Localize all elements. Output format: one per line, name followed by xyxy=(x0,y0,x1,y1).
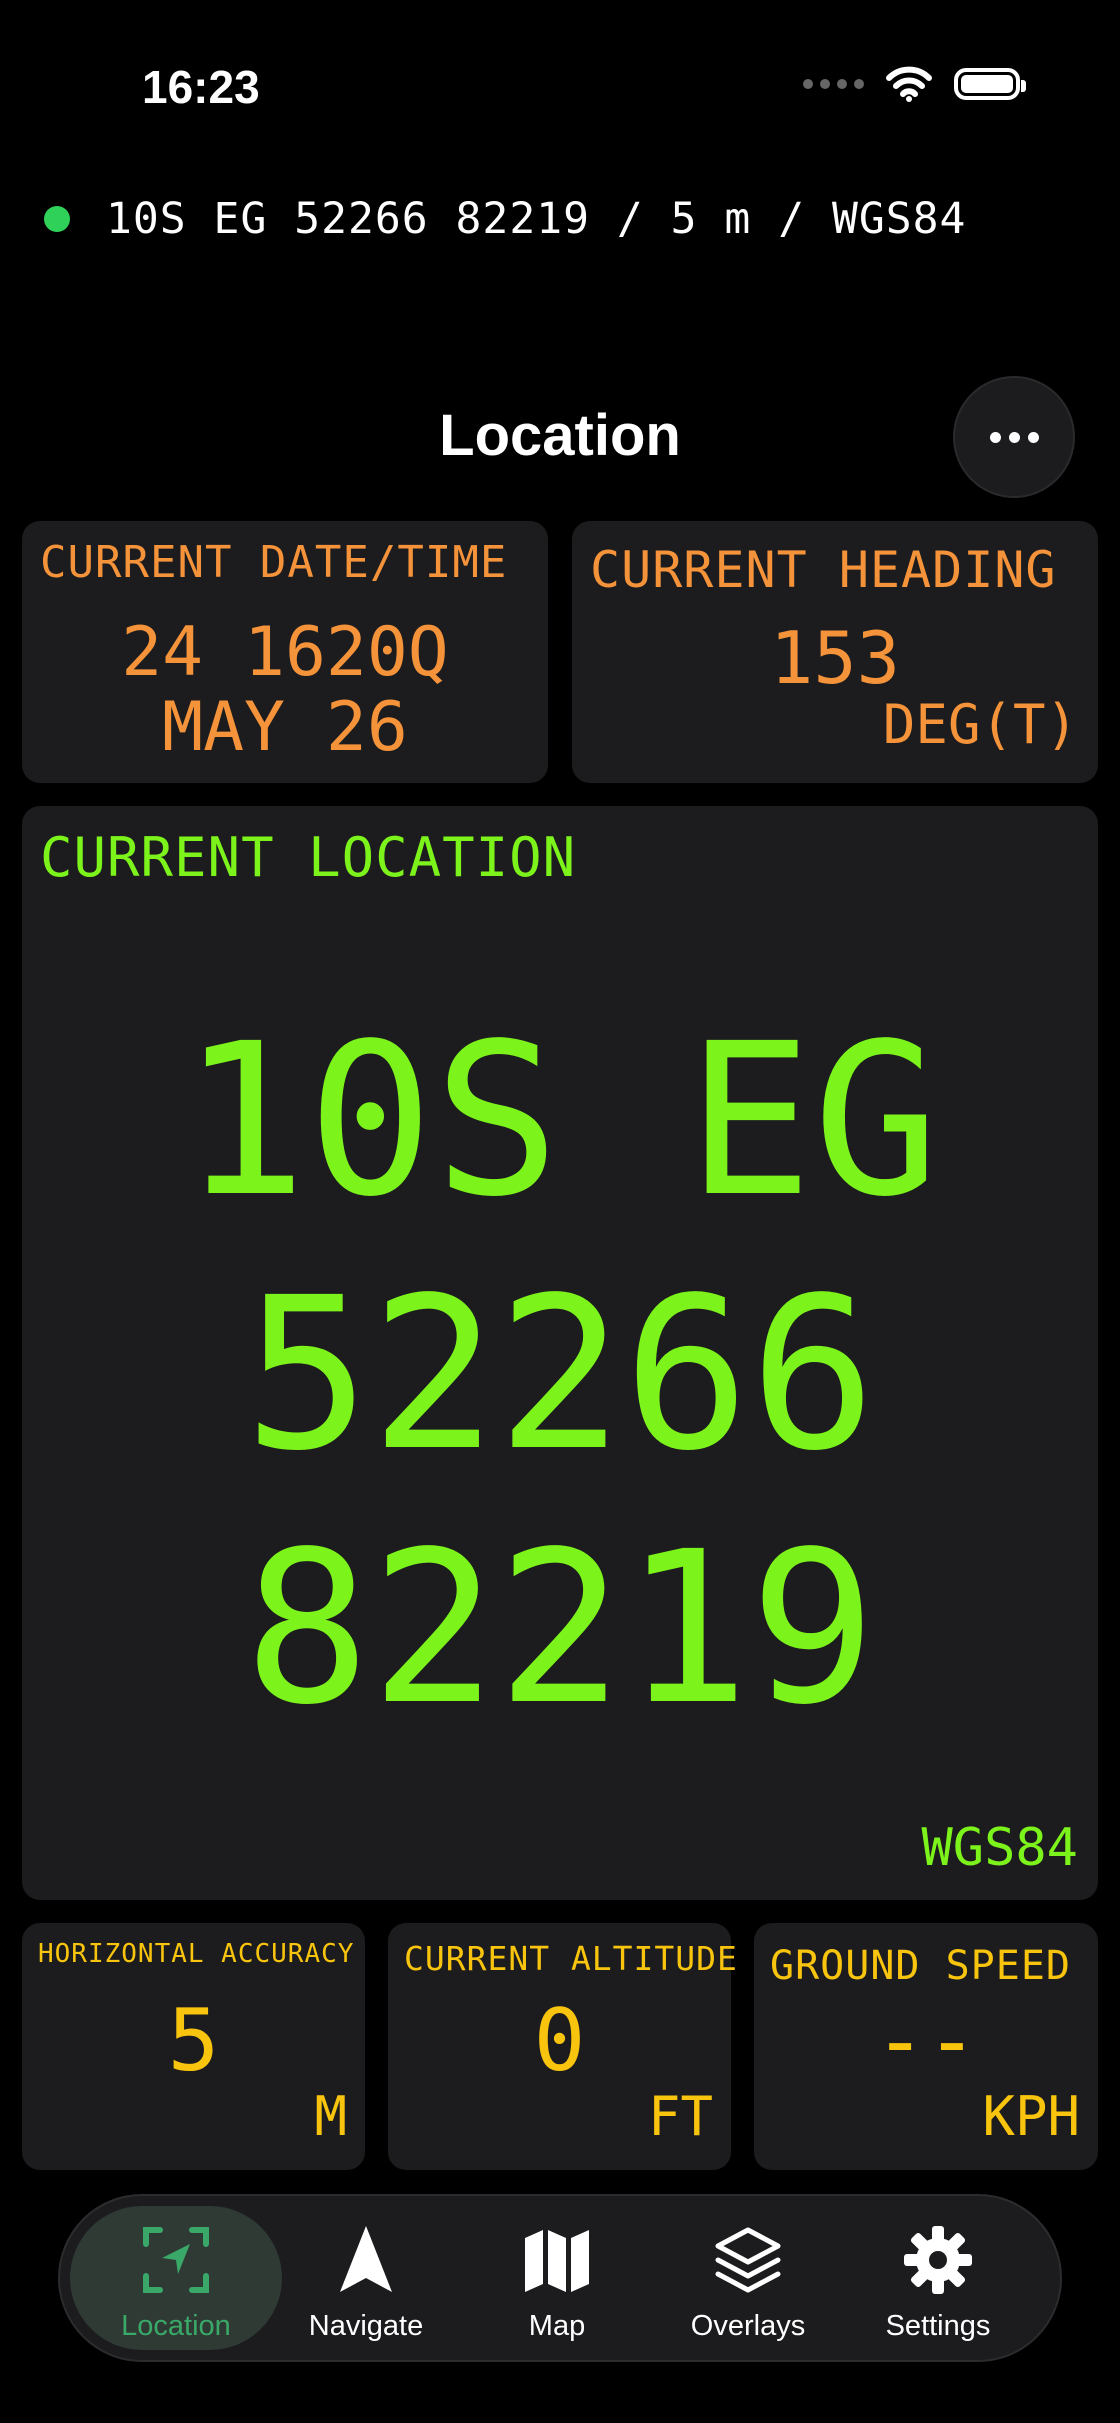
easting: 52266 xyxy=(243,1252,877,1497)
navigate-arrow-icon xyxy=(260,2224,472,2296)
tab-label: Location xyxy=(121,2310,231,2342)
datum-label: WGS84 xyxy=(921,1818,1078,1878)
altitude-label: CURRENT ALTITUDE xyxy=(404,1939,738,1978)
tab-settings[interactable]: Settings xyxy=(832,2206,1044,2350)
tab-label: Settings xyxy=(885,2310,991,2342)
ellipsis-icon xyxy=(989,431,1039,443)
position-summary-text: 10S EG 52266 82219 / 5 m / WGS84 xyxy=(106,194,967,244)
heading-unit: DEG(T) xyxy=(882,693,1078,756)
grid-zone-square: 10S EG xyxy=(180,998,940,1243)
layers-icon xyxy=(642,2224,854,2296)
speed-unit: KPH xyxy=(982,2085,1080,2148)
location-label: CURRENT LOCATION xyxy=(40,826,577,889)
gps-status-dot xyxy=(44,206,70,232)
battery-icon xyxy=(954,68,1026,100)
accuracy-unit: M xyxy=(314,2085,347,2148)
location-arrow-frame-icon xyxy=(70,2224,282,2296)
accuracy-card: HORIZONTAL ACCURACY 5 M xyxy=(22,1923,365,2170)
accuracy-value: 5 xyxy=(167,1991,220,2091)
speed-card: GROUND SPEED -- KPH xyxy=(754,1923,1098,2170)
altitude-unit: FT xyxy=(647,2085,713,2148)
wifi-icon xyxy=(886,66,932,102)
position-summary: 10S EG 52266 82219 / 5 m / WGS84 xyxy=(44,194,966,244)
more-options-button[interactable] xyxy=(953,376,1075,498)
datetime-label: CURRENT DATE/TIME xyxy=(40,537,508,588)
page-title: Location xyxy=(439,403,681,468)
gear-icon xyxy=(832,2224,1044,2296)
tab-label: Map xyxy=(528,2310,586,2342)
datetime-month-year: MAY 26 xyxy=(162,688,408,767)
datetime-card: CURRENT DATE/TIME 24 1620Q MAY 26 xyxy=(22,521,548,783)
tab-location[interactable]: Location xyxy=(70,2206,282,2350)
speed-label: GROUND SPEED xyxy=(770,1943,1071,1989)
tab-overlays[interactable]: Overlays xyxy=(642,2206,854,2350)
tab-navigate[interactable]: Navigate xyxy=(260,2206,472,2350)
status-icons xyxy=(803,66,1026,102)
map-icon xyxy=(451,2224,663,2296)
datetime-group: 24 1620Q xyxy=(121,613,449,692)
heading-value: 153 xyxy=(769,616,901,700)
location-card: CURRENT LOCATION 10S EG 52266 82219 WGS8… xyxy=(22,806,1098,1900)
northing: 82219 xyxy=(243,1506,877,1751)
heading-card: CURRENT HEADING 153 DEG(T) xyxy=(572,521,1098,783)
altitude-card: CURRENT ALTITUDE 0 FT xyxy=(388,1923,737,2170)
tab-label: Overlays xyxy=(690,2310,806,2342)
altitude-value: 0 xyxy=(533,1991,586,2091)
cellular-signal-icon xyxy=(803,79,864,89)
tab-label: Navigate xyxy=(308,2310,424,2342)
tab-map[interactable]: Map xyxy=(451,2206,663,2350)
speed-value: -- xyxy=(874,1991,978,2091)
status-time: 16:23 xyxy=(142,61,260,113)
accuracy-label: HORIZONTAL ACCURACY xyxy=(38,1939,355,1969)
tab-bar: Location Navigate Map Overlays Settings xyxy=(58,2194,1062,2362)
heading-label: CURRENT HEADING xyxy=(590,541,1057,599)
